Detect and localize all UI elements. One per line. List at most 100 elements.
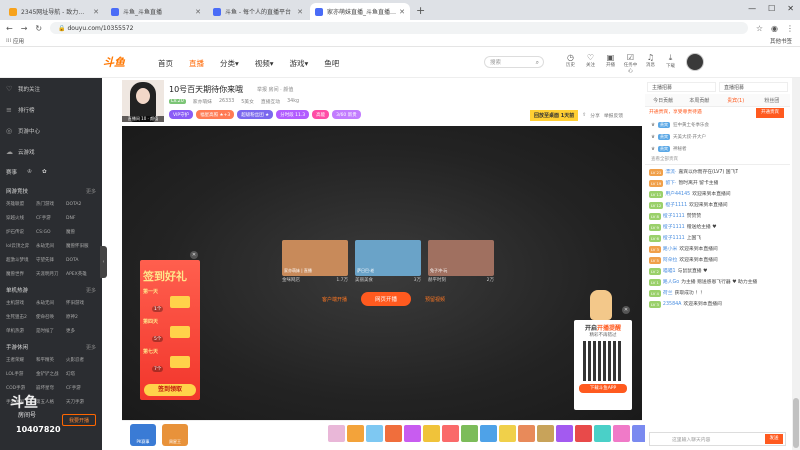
room-badge[interactable]: 3/60 新贵: [332, 110, 361, 119]
page-scrollbar[interactable]: [792, 78, 800, 450]
back-icon[interactable]: ←: [6, 24, 13, 33]
streamer-avatar[interactable]: 直播间 10 · 颜值: [122, 80, 164, 122]
vip-open-button[interactable]: 开通贵宾: [756, 108, 784, 118]
gift-item[interactable]: [613, 425, 630, 442]
chat-username[interactable]: 橙子1111: [663, 222, 685, 233]
gift-item[interactable]: [385, 425, 402, 442]
sidebar-item[interactable]: ♡ 我的关注: [0, 78, 102, 99]
gift-item[interactable]: [499, 425, 516, 442]
gift-item[interactable]: [404, 425, 421, 442]
recommend-thumbnail[interactable]: 兔子冲·玩: [428, 240, 494, 276]
gift-item[interactable]: [461, 425, 478, 442]
sidebar-category-link[interactable]: 幻塔: [66, 368, 96, 381]
nav-item[interactable]: 视频▾: [255, 58, 274, 69]
tab-close-icon[interactable]: ✕: [297, 8, 303, 16]
chat-username[interactable]: 23584A: [663, 299, 682, 310]
follow-button[interactable]: ♡ 关注: [583, 53, 598, 74]
sidebar-item[interactable]: ☁ 云游戏: [0, 141, 102, 162]
sidebar-category-link[interactable]: DNF: [66, 212, 96, 225]
sidebar-category-link[interactable]: 生死狙击2: [6, 311, 36, 324]
chat-input[interactable]: 这里输入聊天内容 发送: [649, 432, 786, 446]
tab-close-icon[interactable]: ✕: [93, 8, 99, 16]
sidebar-category-link[interactable]: 更多: [66, 325, 96, 338]
recommend-card[interactable]: 萨日巴·老 美丽美食 3万: [355, 240, 421, 283]
sidebar-category-link[interactable]: 主机游戏: [6, 297, 36, 310]
star-icon[interactable]: ☆: [756, 24, 763, 33]
sidebar-category-link[interactable]: DOTA: [66, 254, 96, 267]
url-field[interactable]: 🔒 douyu.com/10355572: [50, 22, 748, 34]
sidebar-shortcut[interactable]: ♔: [27, 169, 32, 175]
checkin-button[interactable]: 签到领取: [144, 384, 196, 396]
sidebar-category-link[interactable]: 是时候了: [36, 325, 66, 338]
room-badge[interactable]: 分时段 11.3: [276, 110, 310, 119]
vip-row[interactable]: ♛ 贵宾 神秘者: [645, 143, 790, 155]
streamer-name[interactable]: 家亦萌妹: [193, 98, 212, 105]
sidebar-category-link[interactable]: 原神2: [66, 311, 96, 324]
chat-username[interactable]: 漂流·: [665, 167, 676, 178]
gift-item[interactable]: [575, 425, 592, 442]
sidebar-shortcut[interactable]: ✿: [42, 169, 47, 175]
browser-tab[interactable]: 斗鱼_斗鱼直播 ✕: [106, 3, 206, 20]
gift-event-badge[interactable]: 周星王: [162, 424, 188, 446]
gift-item[interactable]: [423, 425, 440, 442]
recruit-button[interactable]: 直播招募: [719, 82, 788, 92]
chat-username[interactable]: 喵喵1: [663, 266, 676, 277]
sidebar-category-link[interactable]: LOL手游: [6, 368, 36, 381]
start-broadcast-button[interactable]: 我要开播: [62, 414, 96, 426]
gift-item[interactable]: [328, 425, 345, 442]
reload-icon[interactable]: ↻: [35, 24, 42, 33]
new-tab-icon[interactable]: +: [416, 4, 425, 17]
gift-item[interactable]: [556, 425, 573, 442]
sidebar-category-link[interactable]: 永劫无间: [36, 240, 66, 253]
sidebar-category-link[interactable]: 魔兽: [66, 226, 96, 239]
search-icon[interactable]: ⌕: [536, 59, 539, 67]
sidebar-category-link[interactable]: 天涯明月刀: [36, 268, 66, 281]
bookmark-apps[interactable]: 应用: [13, 37, 24, 45]
chat-username[interactable]: 橙子1111: [665, 200, 687, 211]
send-button[interactable]: 发送: [765, 434, 783, 444]
checkin-promo[interactable]: 签到好礼 第一天 1个 第四天 5个 第七天 7个 签到领取: [140, 260, 200, 400]
recommend-card[interactable]: 家亦萌妹 | 直播 金咪网店 1.7万: [282, 240, 348, 283]
rank-tab[interactable]: 贵宾(1): [718, 94, 754, 106]
sidebar-category-link[interactable]: 超激斗梦境: [6, 254, 36, 267]
minimize-icon[interactable]: —: [748, 4, 756, 13]
replay-button[interactable]: 回放至桌面 1天前: [530, 110, 579, 121]
sidebar-item[interactable]: ◎ 页游中心: [0, 120, 102, 141]
room-category[interactable]: 举报 房间 · 颜值: [257, 86, 293, 93]
sidebar-category-link[interactable]: 和平精英: [36, 354, 66, 367]
tab-close-icon[interactable]: ✕: [195, 8, 201, 16]
rank-tab[interactable]: 粉丝团: [754, 94, 790, 106]
sidebar-category-link[interactable]: 英雄联盟: [6, 198, 36, 211]
sidebar-category-link[interactable]: CS:GO: [36, 226, 66, 239]
sidebar-category-link[interactable]: 王者荣耀: [6, 354, 36, 367]
sidebar-more-link[interactable]: 更多: [86, 344, 96, 351]
download-button[interactable]: ⤓ 下载: [663, 53, 678, 74]
search-input[interactable]: 搜索 ⌕: [484, 56, 544, 68]
room-badge[interactable]: 超级粉丝团 ★: [237, 110, 274, 119]
maximize-icon[interactable]: ☐: [768, 4, 775, 13]
gift-event-badge[interactable]: PK赛事: [130, 424, 156, 446]
sidebar-category-link[interactable]: 炉石传说: [6, 226, 36, 239]
chat-username[interactable]: 路小米: [663, 244, 677, 255]
tasks-button[interactable]: ☑ 任务中心: [623, 53, 638, 74]
sidebar-category-link[interactable]: 魔兽怀旧服: [66, 240, 96, 253]
sidebar-category-link[interactable]: APEX英雄: [66, 268, 96, 281]
gift-item[interactable]: [537, 425, 554, 442]
rank-tab[interactable]: 本周贡献: [681, 94, 717, 106]
user-avatar[interactable]: [686, 53, 704, 71]
nav-item[interactable]: 鱼吧: [324, 58, 339, 69]
download-app-button[interactable]: 下载斗鱼APP: [579, 384, 627, 393]
sidebar-category-link[interactable]: 单机热游: [6, 325, 36, 338]
browser-tab[interactable]: 斗鱼 - 每个人的直播平台 ✕: [208, 3, 308, 20]
sidebar-shortcut[interactable]: 赛事: [6, 168, 17, 176]
sidebar-category-link[interactable]: 金铲铲之战: [36, 368, 66, 381]
profile-icon[interactable]: ◉: [771, 24, 778, 33]
nav-item[interactable]: 分类▾: [220, 58, 239, 69]
other-bookmarks[interactable]: 其他书签: [770, 37, 792, 45]
sidebar-more-link[interactable]: 更多: [86, 287, 96, 294]
gift-item[interactable]: [347, 425, 364, 442]
broadcast-button[interactable]: ▣ 开播: [603, 53, 618, 74]
gift-item[interactable]: [518, 425, 535, 442]
sidebar-item[interactable]: ≡ 排行榜: [0, 99, 102, 120]
report-button[interactable]: 举报反馈: [604, 112, 623, 119]
